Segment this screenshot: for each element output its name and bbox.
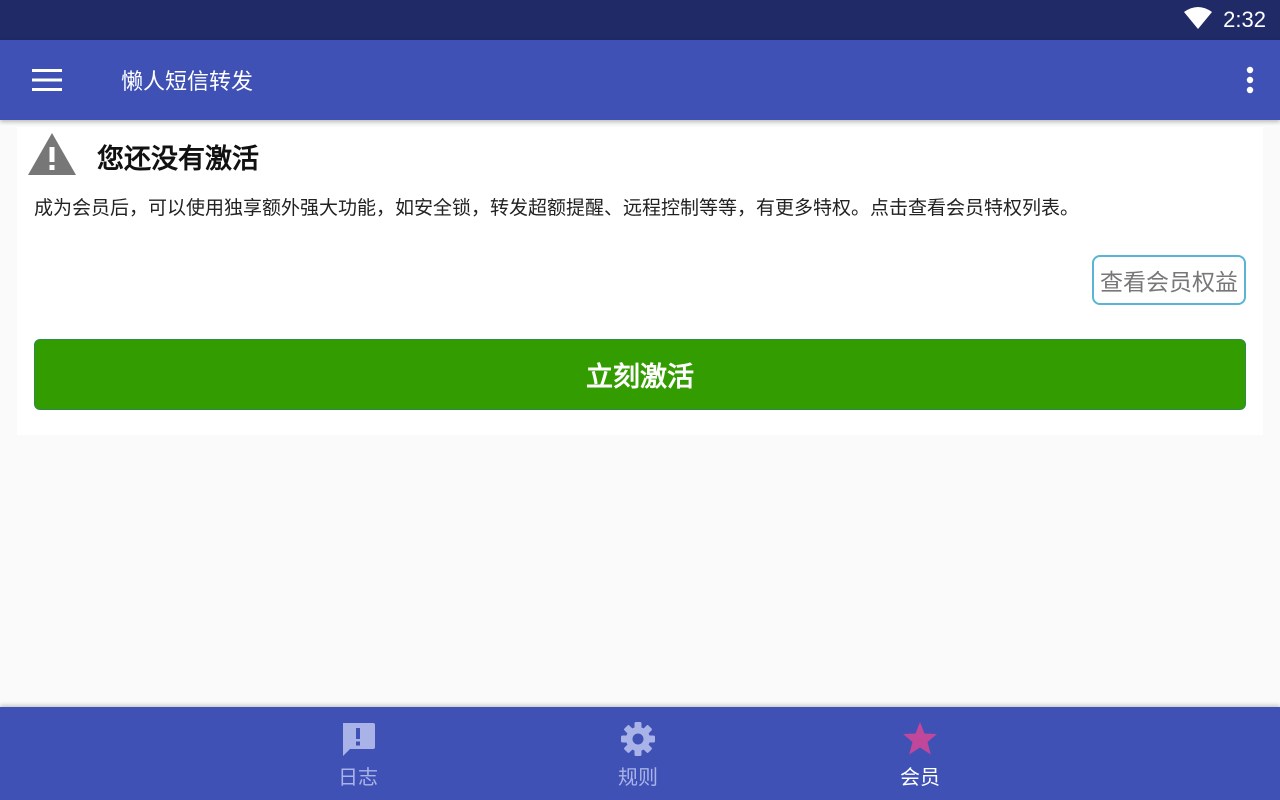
card-title: 您还没有激活 xyxy=(97,143,259,175)
more-vert-icon[interactable] xyxy=(1220,40,1280,120)
activate-now-button[interactable]: 立刻激活 xyxy=(34,339,1246,410)
card-description: 成为会员后，可以使用独享额外强大功能，如安全锁，转发超额提醒、远程控制等等，有更… xyxy=(34,197,1080,219)
status-bar: 2:32 xyxy=(0,0,1280,40)
view-benefits-button[interactable]: 查看会员权益 xyxy=(1092,255,1246,305)
app-title: 懒人短信转发 xyxy=(121,70,254,95)
nav-item-rules[interactable]: 规则 xyxy=(558,707,718,800)
nav-item-log[interactable]: 日志 xyxy=(278,707,438,800)
nav-label-member: 会员 xyxy=(900,765,940,789)
nav-label-log: 日志 xyxy=(338,765,378,789)
star-icon xyxy=(902,721,938,757)
gear-icon xyxy=(620,721,656,757)
warning-icon xyxy=(27,132,77,180)
log-message-icon xyxy=(340,721,376,757)
app-bar: 懒人短信转发 xyxy=(0,40,1280,120)
wifi-icon xyxy=(1183,6,1213,34)
hamburger-menu-icon[interactable] xyxy=(0,40,94,120)
bottom-navigation: 日志 规则 会员 xyxy=(0,707,1280,800)
clock: 2:32 xyxy=(1223,7,1266,32)
nav-label-rules: 规则 xyxy=(618,765,658,789)
nav-item-member[interactable]: 会员 xyxy=(840,707,1000,800)
activation-card: 您还没有激活 成为会员后，可以使用独享额外强大功能，如安全锁，转发超额提醒、远程… xyxy=(17,127,1263,435)
card-header: 您还没有激活 xyxy=(27,132,259,180)
